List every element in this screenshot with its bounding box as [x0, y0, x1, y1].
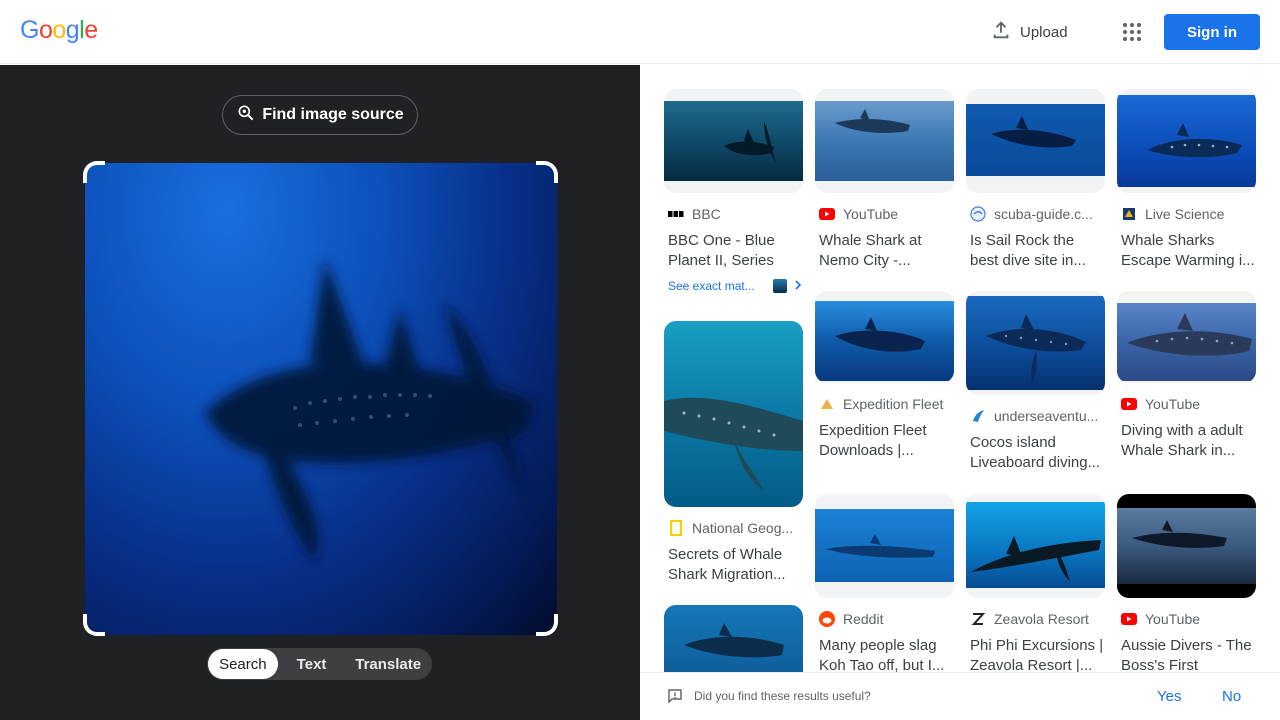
result-source: Reddit	[815, 611, 954, 627]
result-source: Expedition Fleet	[815, 396, 954, 412]
result-title[interactable]: Aussie Divers - The Boss's First Whale..…	[1117, 636, 1256, 672]
sign-in-button[interactable]: Sign in	[1164, 14, 1260, 50]
result-thumbnail[interactable]	[664, 89, 803, 193]
top-header: Google Upload Sign in	[0, 0, 1280, 64]
mode-tabs: Search Text Translate	[207, 648, 432, 680]
result-card[interactable]: underseaventu... Cocos island Liveaboard…	[966, 291, 1105, 473]
live-science-icon	[1121, 206, 1137, 222]
result-title[interactable]: Diving with a adult Whale Shark in...	[1117, 421, 1256, 461]
result-title[interactable]: Is Sail Rock the best dive site in...	[966, 231, 1105, 271]
result-card[interactable]: BBC BBC One - Blue Planet II, Series 1,.…	[664, 89, 803, 293]
see-exact-matches-link[interactable]: See exact mat...	[664, 279, 803, 293]
result-card[interactable]: YouTube Diving with a adult Whale Shark …	[1117, 291, 1256, 461]
result-title[interactable]: Many people slag Koh Tao off, but I...	[815, 636, 954, 672]
result-title[interactable]: BBC One - Blue Planet II, Series 1,...	[664, 231, 803, 271]
reddit-icon	[819, 611, 835, 627]
lens-app: Google Upload Sign in Find image source	[0, 0, 1280, 720]
result-thumbnail[interactable]	[664, 321, 803, 507]
result-card[interactable]: scuba-guide.c... Is Sail Rock the best d…	[966, 89, 1105, 271]
result-thumbnail[interactable]	[815, 494, 954, 598]
visual-matches-panel: BBC BBC One - Blue Planet II, Series 1,.…	[640, 65, 1280, 672]
result-thumbnail[interactable]	[815, 89, 954, 193]
result-source: Zeavola Resort	[966, 611, 1105, 627]
feedback-icon	[667, 688, 683, 709]
result-source: scuba-guide.c...	[966, 206, 1105, 222]
zeavola-icon	[970, 611, 986, 627]
result-source: YouTube	[815, 206, 954, 222]
result-thumbnail[interactable]	[966, 291, 1105, 395]
result-card[interactable]: Zeavola Resort Phi Phi Excursions | Zeav…	[966, 494, 1105, 672]
query-image-whale-shark[interactable]	[85, 163, 557, 635]
natgeo-icon	[668, 520, 684, 536]
image-query-panel: Find image source Search Text Translate	[0, 65, 640, 720]
result-source: underseaventu...	[966, 408, 1105, 424]
youtube-icon	[819, 206, 835, 222]
result-thumbnail[interactable]	[966, 494, 1105, 598]
chevron-right-icon	[793, 279, 803, 293]
result-title[interactable]: Phi Phi Excursions | Zeavola Resort |...	[966, 636, 1105, 672]
result-title[interactable]: Whale Shark at Nemo City -...	[815, 231, 954, 271]
tab-translate[interactable]: Translate	[345, 649, 431, 679]
exact-match-thumbnail	[772, 279, 787, 293]
result-thumbnail[interactable]	[966, 89, 1105, 193]
result-card[interactable]: Live Science Whale Sharks Escape Warming…	[1117, 89, 1256, 271]
result-thumbnail[interactable]	[1117, 291, 1256, 383]
result-card[interactable]: YouTube Whale Shark at Nemo City -...	[815, 89, 954, 271]
feedback-question: Did you find these results useful?	[694, 689, 871, 703]
result-card[interactable]	[664, 605, 803, 672]
find-image-source-button[interactable]: Find image source	[222, 95, 418, 135]
feedback-yes-button[interactable]: Yes	[1157, 688, 1181, 705]
youtube-icon	[1121, 396, 1137, 412]
result-source: National Geog...	[664, 520, 803, 536]
crop-handle-bottom-left[interactable]	[83, 614, 105, 636]
crop-handle-top-right[interactable]	[536, 161, 558, 183]
result-card[interactable]: YouTube Aussie Divers - The Boss's First…	[1117, 494, 1256, 672]
result-title[interactable]: Whale Sharks Escape Warming i...	[1117, 231, 1256, 271]
upload-icon	[990, 19, 1012, 45]
result-card[interactable]: Reddit Many people slag Koh Tao off, but…	[815, 494, 954, 672]
result-thumbnail[interactable]	[1117, 89, 1256, 193]
result-source: YouTube	[1117, 611, 1256, 627]
bbc-icon	[668, 206, 684, 222]
result-thumbnail[interactable]	[815, 291, 954, 383]
result-title[interactable]: Expedition Fleet Downloads |...	[815, 421, 954, 461]
crop-handle-bottom-right[interactable]	[536, 614, 558, 636]
result-title[interactable]: Secrets of Whale Shark Migration...	[664, 545, 803, 585]
upload-button[interactable]: Upload	[990, 18, 1068, 46]
crop-handle-top-left[interactable]	[83, 161, 105, 183]
result-source: BBC	[664, 206, 803, 222]
result-card[interactable]: National Geog... Secrets of Whale Shark …	[664, 321, 803, 585]
result-title[interactable]: Cocos island Liveaboard diving...	[966, 433, 1105, 473]
apps-grid-icon[interactable]	[1120, 20, 1144, 44]
find-image-source-label: Find image source	[262, 106, 404, 123]
youtube-icon	[1121, 611, 1137, 627]
lens-search-icon	[236, 103, 256, 128]
underseaventures-icon	[970, 408, 986, 424]
expedition-fleet-icon	[819, 396, 835, 412]
tab-text[interactable]: Text	[278, 649, 346, 679]
google-logo[interactable]: Google	[20, 16, 98, 45]
upload-label: Upload	[1020, 23, 1068, 41]
feedback-bar: Did you find these results useful? Yes N…	[640, 672, 1280, 720]
feedback-no-button[interactable]: No	[1222, 688, 1241, 705]
scuba-guide-icon	[970, 206, 986, 222]
result-source: YouTube	[1117, 396, 1256, 412]
result-thumbnail[interactable]	[1117, 494, 1256, 598]
result-source: Live Science	[1117, 206, 1256, 222]
result-thumbnail[interactable]	[664, 605, 803, 672]
result-card[interactable]: Expedition Fleet Expedition Fleet Downlo…	[815, 291, 954, 461]
tab-search[interactable]: Search	[208, 649, 278, 679]
